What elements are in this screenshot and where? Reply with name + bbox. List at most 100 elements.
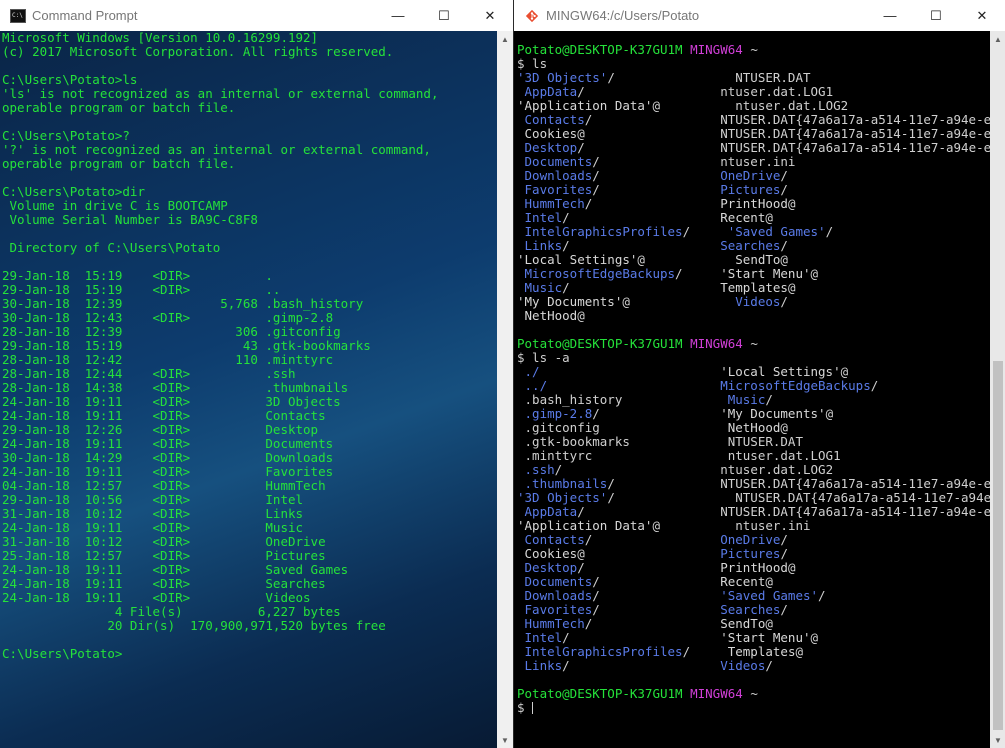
terminal-text-segment: / xyxy=(780,238,788,253)
console-line: 24-Jan-18 19:11 <DIR> Videos xyxy=(2,590,311,605)
mingw-terminal-window[interactable]: MINGW64:/c/Users/Potato — ☐ ✕ Potato@DES… xyxy=(513,0,1005,748)
terminal-line: ./ 'Local Settings'@ xyxy=(517,365,990,379)
terminal-text-segment: Searches xyxy=(720,602,781,617)
terminal-text-segment: / xyxy=(682,644,728,659)
console-line: '?' is not recognized as an internal or … xyxy=(2,142,431,157)
terminal-line: Potato@DESKTOP-K37GU1M MINGW64 ~ xyxy=(517,43,990,57)
console-line: 28-Jan-18 12:39 306 .gitconfig xyxy=(2,324,341,339)
console-line: 30-Jan-18 12:43 <DIR> .gimp-2.8 xyxy=(2,310,334,325)
terminal-text-segment: @ xyxy=(652,518,736,533)
terminal-text-segment: NTUSER.DAT{47a6a17a-a514-11e7-a94e-ec0d9… xyxy=(720,126,990,141)
maximize-icon[interactable]: ☐ xyxy=(913,0,959,31)
terminal-line: Downloads/ OneDrive/ xyxy=(517,169,990,183)
terminal-line: $ ls xyxy=(517,57,990,71)
terminal-text-segment: @ xyxy=(622,294,736,309)
terminal-text-segment: Documents xyxy=(517,154,593,169)
terminal-text-segment: @ xyxy=(795,644,803,659)
terminal-text-segment: / xyxy=(592,602,721,617)
cmd-titlebar[interactable]: C:\ Command Prompt — ☐ ✕ xyxy=(0,0,513,31)
close-icon[interactable]: ✕ xyxy=(467,0,513,31)
terminal-line: '3D Objects'/ NTUSER.DAT{47a6a17a-a514-1… xyxy=(517,491,990,505)
terminal-text-segment: Cookies xyxy=(517,126,578,141)
terminal-text-segment: @ xyxy=(765,574,773,589)
mingw-window-title: MINGW64:/c/Users/Potato xyxy=(546,8,700,23)
terminal-line: Potato@DESKTOP-K37GU1M MINGW64 ~ xyxy=(517,687,990,701)
terminal-text-segment: Templates xyxy=(727,644,796,659)
mingw-console-output[interactable]: Potato@DESKTOP-K37GU1M MINGW64 ~ $ ls '3D … xyxy=(514,31,990,748)
minimize-icon[interactable]: — xyxy=(375,0,421,31)
terminal-text-segment: / xyxy=(780,546,788,561)
terminal-line: Desktop/ PrintHood@ xyxy=(517,561,990,575)
terminal-text-segment: .minttyrc xyxy=(517,448,728,463)
console-line: 31-Jan-18 10:12 <DIR> Links xyxy=(2,506,304,521)
terminal-text-segment: 'Start Menu' xyxy=(720,630,811,645)
terminal-text-segment: MINGW64 xyxy=(690,686,751,701)
terminal-text-segment: ntuser.ini xyxy=(735,518,811,533)
scrollbar-thumb[interactable] xyxy=(993,361,1003,730)
terminal-text-segment: Intel xyxy=(517,630,563,645)
scroll-up-icon[interactable]: ▲ xyxy=(990,31,1005,47)
mingw-scrollbar[interactable]: ▲ ▼ xyxy=(990,31,1005,748)
terminal-text-segment: ntuser.dat.LOG1 xyxy=(727,448,841,463)
terminal-text-segment: @ xyxy=(810,266,819,281)
terminal-text-segment: ~ xyxy=(750,336,758,351)
console-line: 4 File(s) 6,227 bytes xyxy=(2,604,341,619)
terminal-text-segment: $ ls -a xyxy=(517,350,570,365)
terminal-text-segment: Downloads xyxy=(517,588,593,603)
console-line: 29-Jan-18 12:26 <DIR> Desktop xyxy=(2,422,319,437)
terminal-text-segment: / xyxy=(562,658,721,673)
scroll-down-icon[interactable]: ▼ xyxy=(990,732,1005,748)
close-icon[interactable]: ✕ xyxy=(959,0,1005,31)
console-line: Volume Serial Number is BA9C-C8F8 xyxy=(2,212,258,227)
terminal-text-segment: .ssh xyxy=(517,462,555,477)
terminal-text-segment: @ xyxy=(577,126,721,141)
terminal-line: '3D Objects'/ NTUSER.DAT xyxy=(517,71,990,85)
cmd-icon: C:\ xyxy=(10,8,26,23)
console-line: operable program or batch file. xyxy=(2,100,236,115)
console-line: (c) 2017 Microsoft Corporation. All righ… xyxy=(2,44,394,59)
terminal-text-segment: Desktop xyxy=(517,560,578,575)
mingw-icon xyxy=(525,9,539,22)
terminal-text-segment: Intel xyxy=(517,210,563,225)
terminal-text-segment: / xyxy=(870,378,879,393)
terminal-text-segment: / xyxy=(592,574,721,589)
console-line: 30-Jan-18 12:39 5,768 .bash_history xyxy=(2,296,364,311)
terminal-text-segment: / xyxy=(584,112,721,127)
terminal-text-segment: 'Local Settings' xyxy=(720,364,841,379)
console-line: 04-Jan-18 12:57 <DIR> HummTech xyxy=(2,478,326,493)
terminal-text-segment: Music xyxy=(727,392,766,407)
terminal-text-segment: / xyxy=(562,210,721,225)
terminal-text-segment: @ xyxy=(652,98,736,113)
terminal-line: HummTech/ SendTo@ xyxy=(517,617,990,631)
console-line: 28-Jan-18 14:38 <DIR> .thumbnails xyxy=(2,380,349,395)
console-line: C:\Users\Potato>dir xyxy=(2,184,145,199)
terminal-text-segment: '3D Objects' xyxy=(517,70,608,85)
terminal-text-segment: / xyxy=(562,630,721,645)
terminal-text-segment: ntuser.dat.LOG2 xyxy=(735,98,849,113)
terminal-text-segment: $ ls xyxy=(517,56,548,71)
terminal-text-segment: @ xyxy=(810,630,819,645)
command-prompt-window[interactable]: C:\ Command Prompt — ☐ ✕ Microsoft Windo… xyxy=(0,0,513,748)
terminal-text-segment: / xyxy=(577,140,721,155)
maximize-icon[interactable]: ☐ xyxy=(421,0,467,31)
scroll-down-icon[interactable]: ▼ xyxy=(497,732,513,748)
cmd-scrollbar[interactable]: ▲ ▼ xyxy=(497,31,513,748)
terminal-text-segment: Contacts xyxy=(517,532,585,547)
console-line: 24-Jan-18 19:11 <DIR> Favorites xyxy=(2,464,334,479)
minimize-icon[interactable]: — xyxy=(867,0,913,31)
terminal-line: Favorites/ Searches/ xyxy=(517,603,990,617)
terminal-text-segment: / xyxy=(577,504,721,519)
terminal-line: .gimp-2.8/ 'My Documents'@ xyxy=(517,407,990,421)
terminal-text-segment: HummTech xyxy=(517,616,585,631)
terminal-text-segment: NetHood xyxy=(727,420,781,435)
terminal-line: Contacts/ OneDrive/ xyxy=(517,533,990,547)
cmd-console-output[interactable]: Microsoft Windows [Version 10.0.16299.19… xyxy=(0,31,497,748)
terminal-line: MicrosoftEdgeBackups/ 'Start Menu'@ xyxy=(517,267,990,281)
terminal-line: 'Application Data'@ ntuser.dat.LOG2 xyxy=(517,99,990,113)
mingw-titlebar[interactable]: MINGW64:/c/Users/Potato — ☐ ✕ xyxy=(514,0,1005,31)
scroll-up-icon[interactable]: ▲ xyxy=(497,31,513,47)
terminal-text-segment: / xyxy=(682,224,728,239)
terminal-line: HummTech/ PrintHood@ xyxy=(517,197,990,211)
terminal-text-segment: 'Start Menu' xyxy=(720,266,811,281)
terminal-text-segment: ../ xyxy=(517,378,548,393)
